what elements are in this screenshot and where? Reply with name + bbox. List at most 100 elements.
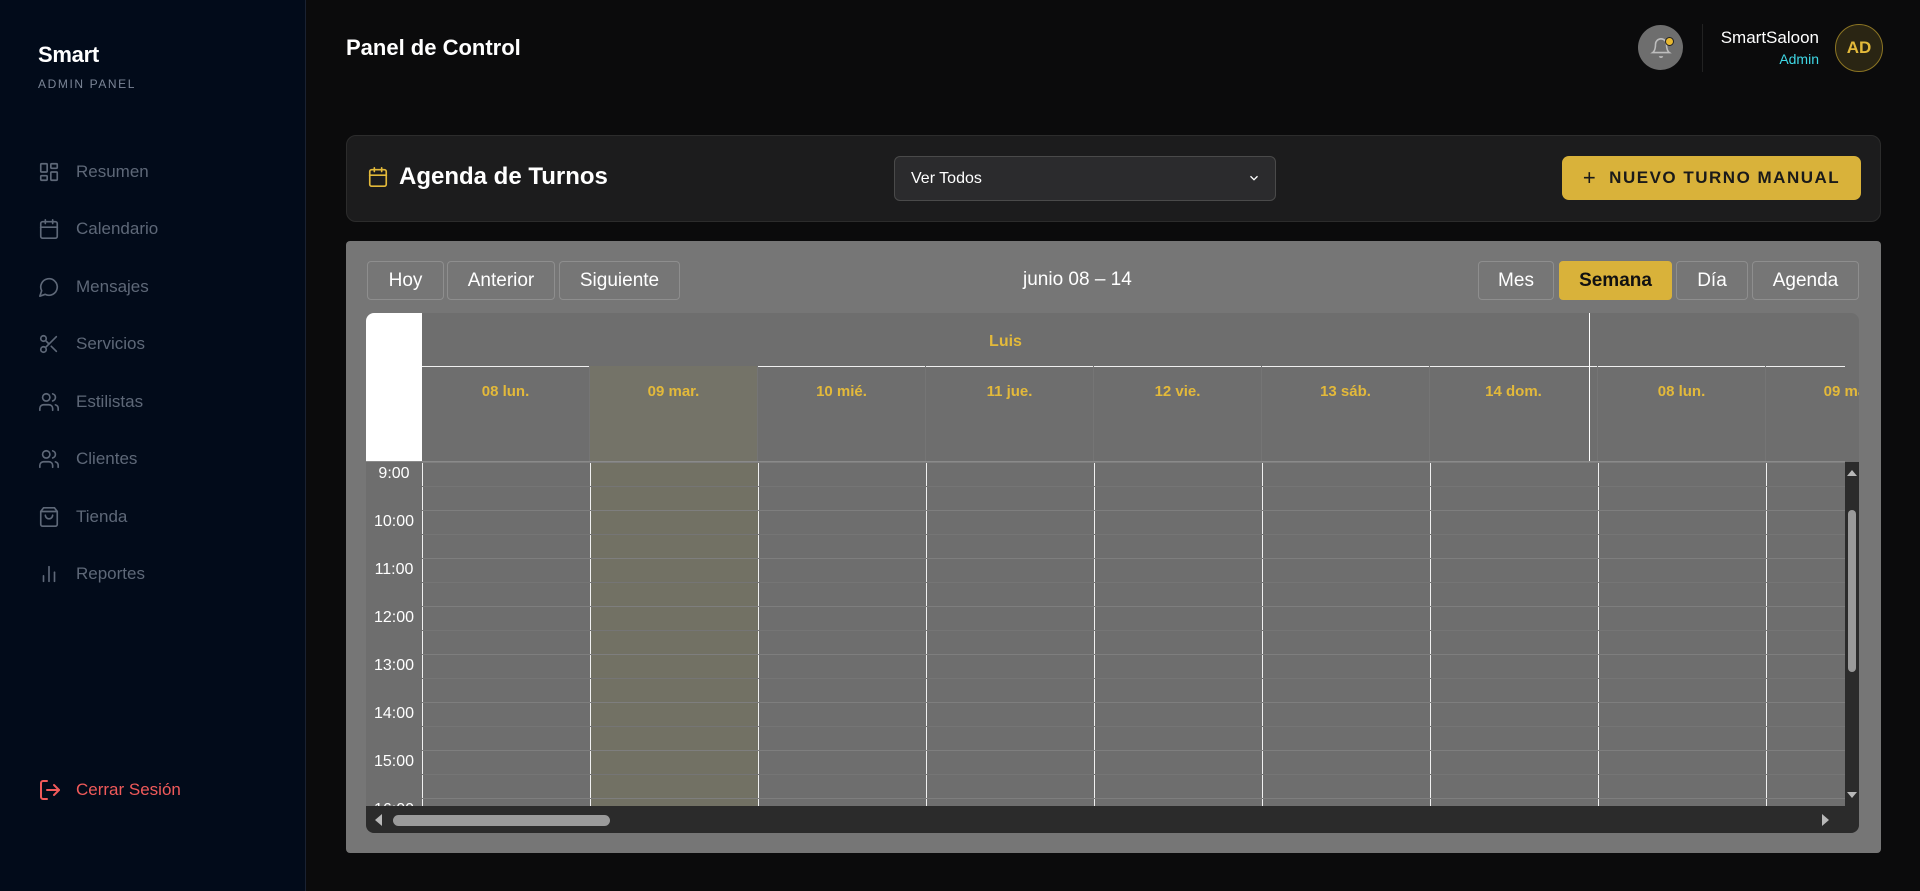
half-hour-line xyxy=(422,726,1845,727)
hour-line xyxy=(422,798,1845,799)
scroll-left-arrow[interactable] xyxy=(375,814,382,826)
day-column[interactable] xyxy=(1262,462,1430,806)
user-name: SmartSaloon xyxy=(1720,28,1819,47)
hour-line xyxy=(422,510,1845,511)
day-header[interactable]: 08 lun. xyxy=(1598,366,1766,461)
day-header[interactable]: 11 jue. xyxy=(926,366,1094,461)
next-button[interactable]: Siguiente xyxy=(559,261,680,300)
time-label: 10:00 xyxy=(373,513,415,530)
sidebar-item-clientes[interactable]: Clientes xyxy=(38,431,158,489)
header-divider xyxy=(1702,24,1703,72)
day-header-label: 09 mar. xyxy=(1823,383,1859,400)
day-header[interactable]: 10 mié. xyxy=(758,366,926,461)
hour-line xyxy=(422,462,1845,463)
view-week-button[interactable]: Semana xyxy=(1559,261,1672,300)
view-month-button[interactable]: Mes xyxy=(1478,261,1554,300)
sidebar-item-label: Servicios xyxy=(76,334,145,354)
sidebar-item-label: Clientes xyxy=(76,449,138,469)
half-hour-line xyxy=(422,486,1845,487)
brand-subtitle: ADMIN PANEL xyxy=(38,77,137,91)
scroll-down-arrow[interactable] xyxy=(1847,792,1857,798)
day-column[interactable] xyxy=(758,462,926,806)
scroll-thumb[interactable] xyxy=(1848,510,1856,672)
day-header-label: 08 lun. xyxy=(1657,383,1706,400)
new-appointment-label: NUEVO TURNO MANUAL xyxy=(1609,168,1841,187)
avatar[interactable]: AD xyxy=(1835,24,1883,72)
brand: Smart ADMIN PANEL xyxy=(38,42,136,91)
sidebar-item-label: Calendario xyxy=(76,219,159,239)
time-label: 11:00 xyxy=(374,561,414,578)
view-day-button[interactable]: Día xyxy=(1676,261,1748,300)
notifications-button[interactable] xyxy=(1638,25,1683,70)
sidebar-item-label: Resumen xyxy=(76,161,149,181)
time-label: 12:00 xyxy=(373,609,415,626)
sidebar-item-servicios[interactable]: Servicios xyxy=(38,316,158,374)
sidebar-item-label: Mensajes xyxy=(76,276,149,296)
brand-title: Smart xyxy=(38,42,99,67)
time-label: 14:00 xyxy=(373,705,415,722)
sidebar-item-estilistas[interactable]: Estilistas xyxy=(38,373,158,431)
previous-button[interactable]: Anterior xyxy=(447,261,555,300)
date-range-label: junio 08 – 14 xyxy=(1023,269,1132,290)
time-gutter: 9:0010:0011:0012:0013:0014:0015:0016:00 xyxy=(366,462,422,806)
user-role: Admin xyxy=(1779,51,1819,67)
time-label: 15:00 xyxy=(373,753,415,770)
day-header-label: 13 sáb. xyxy=(1320,383,1371,400)
sidebar-item-label: Tienda xyxy=(76,506,128,526)
day-header[interactable]: 13 sáb. xyxy=(1262,366,1430,461)
day-column[interactable] xyxy=(1766,462,1845,806)
sidebar-item-tienda[interactable]: Tienda xyxy=(38,488,158,546)
sidebar: Smart ADMIN PANEL Resumen Calendario Men… xyxy=(0,0,306,891)
grid-corner xyxy=(366,313,422,461)
half-hour-line xyxy=(422,774,1845,775)
agenda-header-card: Agenda de Turnos Ver Todos + NUEVO TURNO… xyxy=(346,135,1881,222)
hour-line xyxy=(422,750,1845,751)
day-column[interactable] xyxy=(926,462,1094,806)
users-icon xyxy=(39,392,59,411)
sidebar-item-mensajes[interactable]: Mensajes xyxy=(38,258,158,316)
day-column[interactable] xyxy=(590,462,758,806)
view-agenda-button[interactable]: Agenda xyxy=(1752,261,1859,300)
today-button[interactable]: Hoy xyxy=(367,261,444,300)
day-column[interactable] xyxy=(422,462,590,806)
stylist-filter-select[interactable]: Ver Todos xyxy=(894,156,1276,201)
scroll-up-arrow[interactable] xyxy=(1847,470,1857,476)
logout-button[interactable]: Cerrar Sesión xyxy=(38,778,181,802)
bar-chart-icon xyxy=(42,566,56,583)
time-slots[interactable] xyxy=(422,462,1845,806)
day-header[interactable]: 09 mar. xyxy=(590,366,758,461)
sidebar-item-resumen[interactable]: Resumen xyxy=(38,143,158,201)
logout-icon xyxy=(40,780,60,800)
hour-line xyxy=(422,558,1845,559)
day-column[interactable] xyxy=(1598,462,1766,806)
resource-header: Luis xyxy=(422,313,1845,367)
resource-name: Luis xyxy=(989,333,1022,350)
day-header[interactable]: 09 mar. xyxy=(1766,366,1859,461)
horizontal-scrollbar[interactable] xyxy=(366,806,1859,833)
sidebar-item-calendario[interactable]: Calendario xyxy=(38,201,158,259)
agenda-title: Agenda de Turnos xyxy=(367,163,608,191)
new-appointment-button[interactable]: + NUEVO TURNO MANUAL xyxy=(1562,156,1861,200)
agenda-title-text: Agenda de Turnos xyxy=(399,163,608,190)
dashboard-icon xyxy=(39,162,59,181)
plus-icon: + xyxy=(1582,165,1598,190)
day-column[interactable] xyxy=(1094,462,1262,806)
logout-label: Cerrar Sesión xyxy=(76,780,181,799)
chevron-down-icon xyxy=(1250,175,1258,181)
scroll-thumb[interactable] xyxy=(393,815,610,826)
scroll-right-arrow[interactable] xyxy=(1822,814,1829,826)
half-hour-line xyxy=(422,678,1845,679)
half-hour-line xyxy=(422,534,1845,535)
calendar-icon xyxy=(368,167,388,187)
sidebar-item-reportes[interactable]: Reportes xyxy=(38,546,158,604)
calendar: Hoy Anterior Siguiente junio 08 – 14 Mes… xyxy=(346,241,1881,853)
day-header-label: 11 jue. xyxy=(986,383,1033,400)
vertical-scrollbar[interactable] xyxy=(1845,462,1859,806)
day-header[interactable]: 08 lun. xyxy=(422,366,590,461)
day-header[interactable]: 12 vie. xyxy=(1094,366,1262,461)
day-column[interactable] xyxy=(1430,462,1598,806)
day-header-label: 09 mar. xyxy=(647,383,700,400)
day-header-label: 10 mié. xyxy=(816,383,867,400)
message-icon xyxy=(39,277,59,297)
day-header[interactable]: 14 dom. xyxy=(1430,366,1598,461)
